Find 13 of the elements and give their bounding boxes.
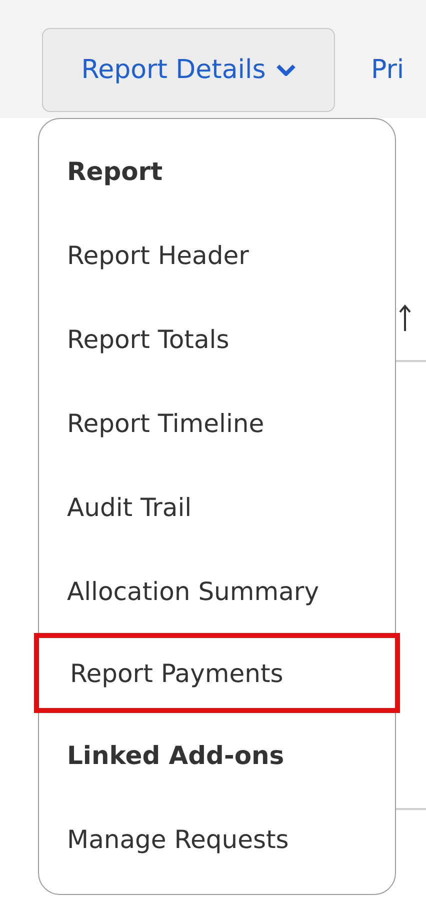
menu-section-header: Linked Add-ons <box>66 740 286 772</box>
toolbar-button[interactable]: Pri <box>371 55 404 85</box>
menu-item[interactable]: Report Payments <box>34 633 400 713</box>
menu-item[interactable]: Allocation Summary <box>39 549 395 633</box>
sort-arrow-icon <box>398 303 412 333</box>
menu-item[interactable]: Report Totals <box>39 297 395 381</box>
menu-item[interactable]: Report Timeline <box>39 381 395 465</box>
menu-section-header: Report <box>66 156 164 188</box>
menu-item[interactable]: Manage Requests <box>39 797 395 881</box>
chevron-down-icon <box>276 63 296 77</box>
report-details-button[interactable]: Report Details <box>42 28 335 112</box>
menu-item[interactable]: Audit Trail <box>39 465 395 549</box>
menu-item[interactable]: Report Header <box>39 213 395 297</box>
